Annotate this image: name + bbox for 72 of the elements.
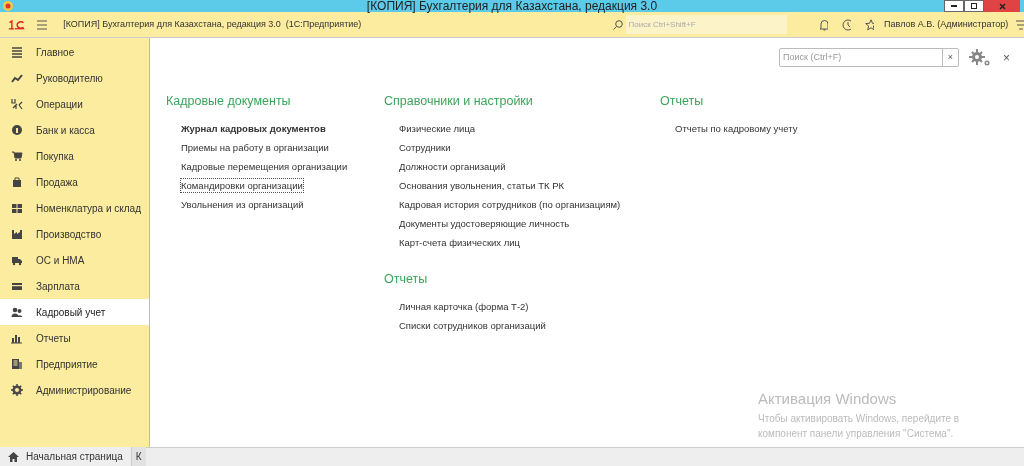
nav-link[interactable]: Личная карточка (форма Т-2) [399,299,529,313]
close-button[interactable]: × [1001,48,1012,67]
home-icon [8,451,19,462]
sidebar-item[interactable]: Банк и касса [0,117,149,143]
minimize-icon [951,5,957,7]
coin-icon [11,124,23,136]
menu-icon[interactable] [1016,19,1024,30]
bag-icon [11,176,23,188]
history-icon[interactable] [841,18,851,31]
sidebar-item[interactable]: Кадровый учет [0,299,149,325]
nav-link[interactable]: Физические лица [399,121,476,135]
truck-icon [11,254,23,266]
menu-icon[interactable] [37,19,48,30]
nav-link[interactable]: Документы удостоверяющие личность [399,216,570,230]
settings-icon[interactable] [969,48,991,67]
sidebar-item[interactable]: Операции [0,91,149,117]
app-logo-icon [8,18,26,31]
close-button[interactable] [984,0,1020,12]
factory-icon [11,228,23,240]
app-title: [КОПИЯ] Бухгалтерия для Казахстана, редакция 3.0 (1С:Предприятие) [63,17,362,31]
sidebar-item[interactable]: Производство [0,221,149,247]
cart-icon [11,150,23,162]
nav-link[interactable]: Командировки организации [181,178,303,192]
sidebar-item[interactable]: Предприятие [0,351,149,377]
maximize-button[interactable] [964,0,984,12]
close-icon [998,2,1006,10]
search-icon [613,19,623,30]
nav-link[interactable]: Увольнения из организаций [181,197,304,211]
trend-icon [11,72,23,84]
section-title: Кадровые документы [166,93,292,110]
nav-link[interactable]: Списки сотрудников организаций [399,318,546,332]
app-logo-icon [3,1,13,11]
activation-title: Активация Windows [758,389,898,409]
star-icon[interactable] [864,18,875,31]
activation-text: Чтобы активировать Windows, перейдите в компонент панели управления "Система". [758,411,961,441]
nav-link[interactable]: Журнал кадровых документов [181,121,326,135]
window-title: [КОПИЯ] Бухгалтерия для Казахстана, редакция 3.0 [366,0,658,12]
people-icon [11,306,23,318]
section-title: Отчеты [660,93,705,110]
nav-link[interactable]: Отчеты по кадровому учету [675,121,798,135]
nav-link[interactable]: Сотрудники [399,140,451,154]
grid-icon [11,202,23,214]
bell-icon[interactable] [819,18,828,31]
sidebar-item[interactable]: Номенклатура и склад [0,195,149,221]
sidebar-item[interactable]: ОС и НМА [0,247,149,273]
sidebar-item[interactable]: Продажа [0,169,149,195]
list-icon [11,46,23,58]
global-search-field[interactable]: Поиск Ctrl+Shift+F [625,15,787,34]
card-icon [11,280,23,292]
section-title: Отчеты [384,270,429,288]
sidebar-item[interactable]: Администрирование [0,377,149,403]
sidebar-item[interactable]: Отчеты [0,325,149,351]
maximize-icon [971,3,977,9]
nav-link[interactable]: Карт-счета физических лиц [399,235,521,249]
minimize-button[interactable] [944,0,964,12]
building-icon [11,358,23,370]
search-field[interactable]: Поиск (Ctrl+F) × [779,48,959,67]
gear-icon [11,384,23,396]
nav-link[interactable]: Приемы на работу в организации [181,140,329,154]
nav-link[interactable]: Должности организаций [399,159,506,173]
bar-chart-icon [11,332,23,344]
user-name[interactable]: Павлов А.В. (Администратор) [884,17,1009,32]
nav-link[interactable]: Основания увольнения, статьи ТК РК [399,178,565,192]
clear-button[interactable]: × [942,49,958,66]
section-title: Справочники и настройки [384,93,534,110]
open-tab[interactable]: Начальная страница [0,447,132,466]
sidebar-item[interactable]: Зарплата [0,273,149,299]
nav-link[interactable]: Кадровая история сотрудников (по организациям) [399,197,621,211]
sidebar-item[interactable]: Покупка [0,143,149,169]
sidebar-item[interactable]: Руководителю [0,65,149,91]
nav-link[interactable]: Кадровые перемещения организации [181,159,348,173]
sidebar-item[interactable]: Главное [0,39,149,65]
